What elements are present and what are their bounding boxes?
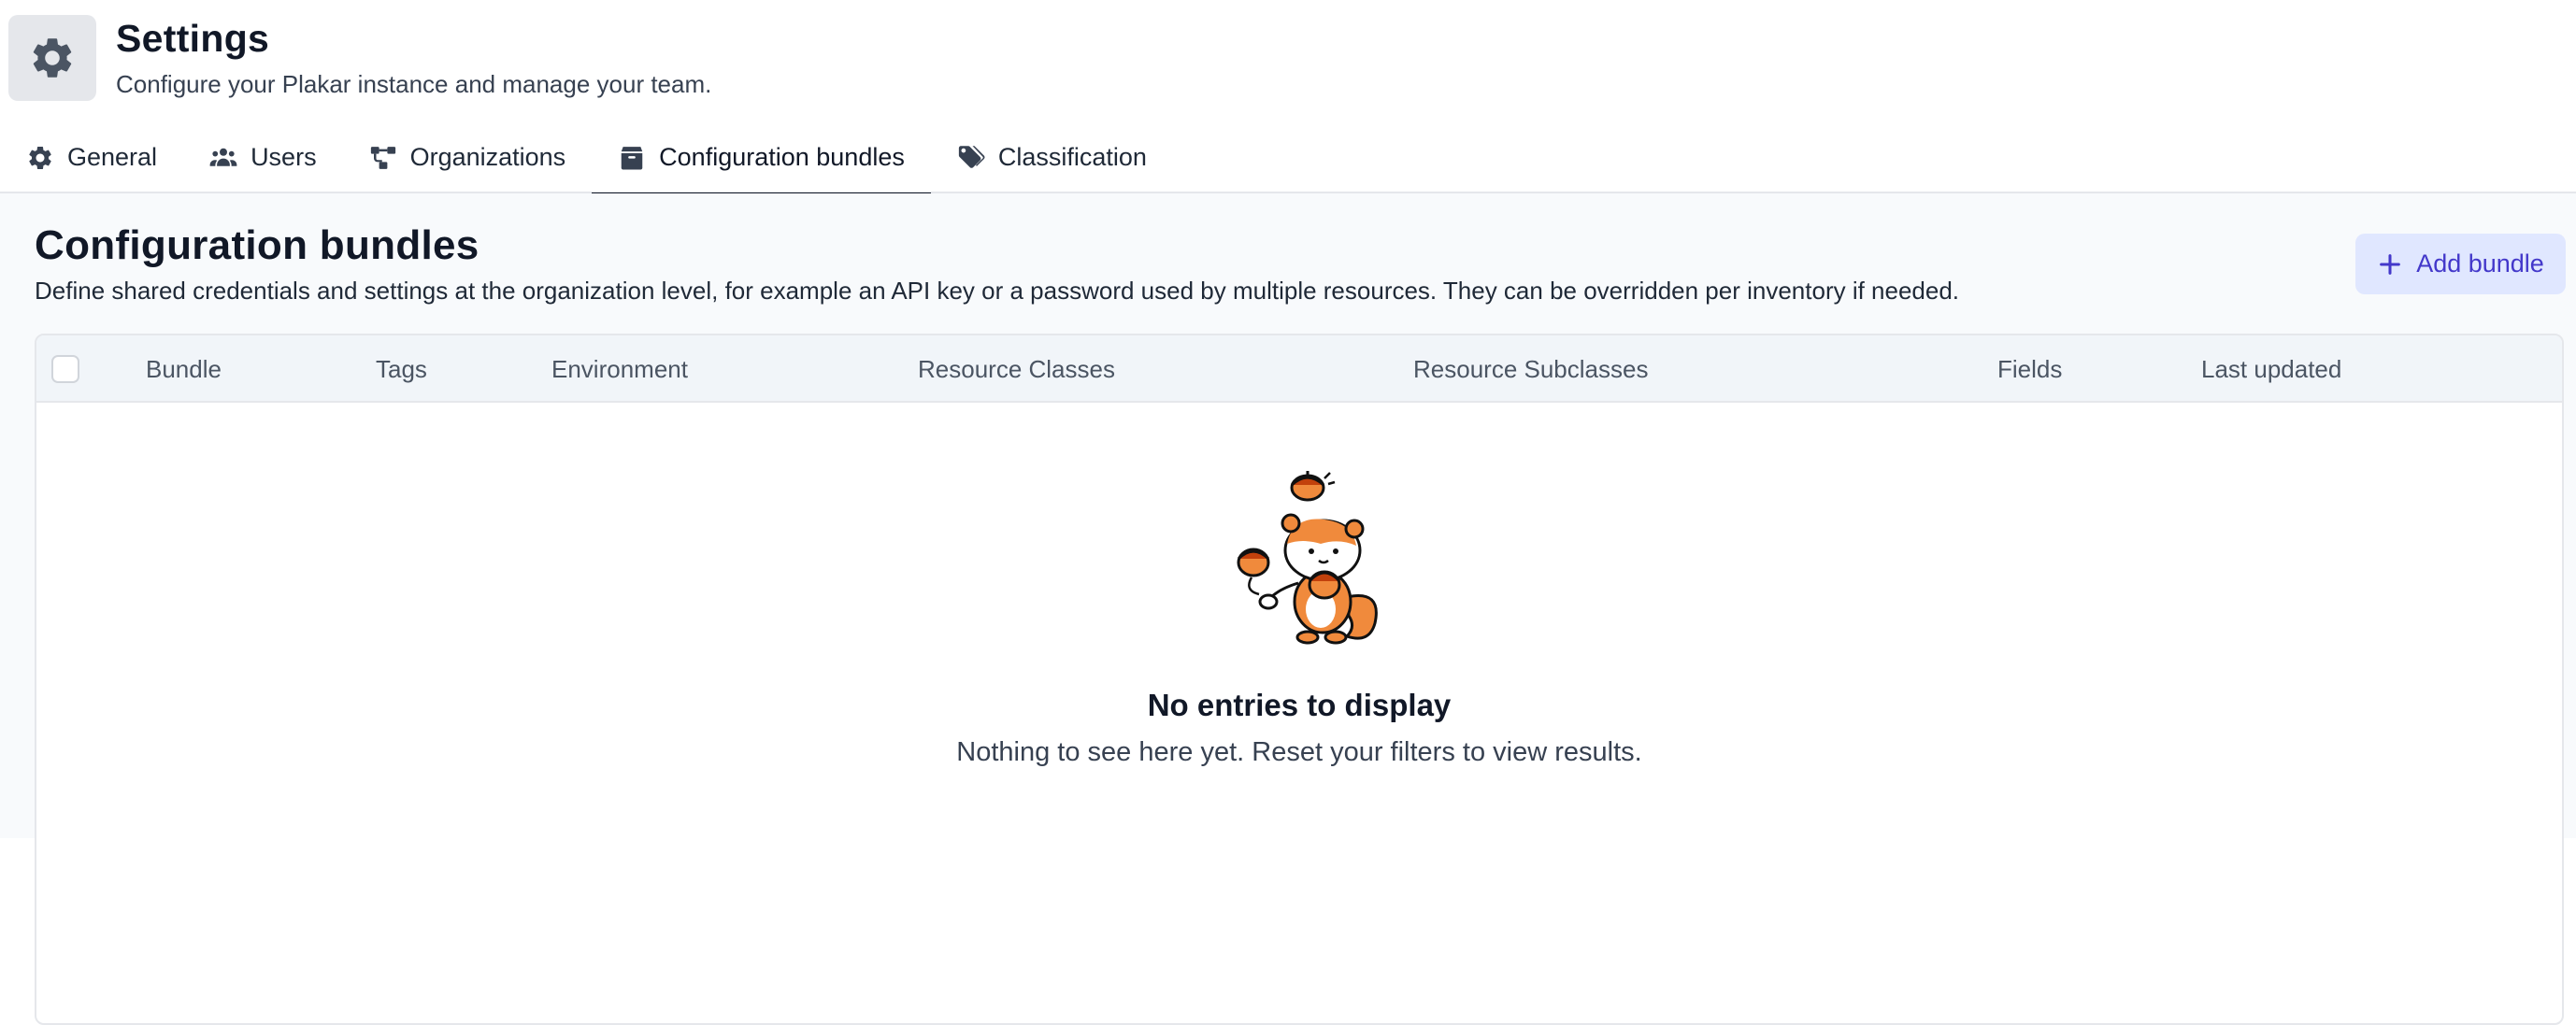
section-description: Define shared credentials and settings a… [35,277,1960,305]
column-header-tags[interactable]: Tags [376,335,427,403]
column-header-last-updated[interactable]: Last updated [2201,335,2341,403]
column-header-resource-classes[interactable]: Resource Classes [918,335,1115,403]
main-content: Configuration bundles Define shared cred… [0,193,2576,1025]
settings-header-icon [8,15,96,101]
gear-icon [33,38,72,78]
tags-icon [958,145,985,168]
tab-organizations[interactable]: Organizations [343,121,593,193]
column-header-resource-subclasses[interactable]: Resource Subclasses [1413,335,1648,403]
table-header: Bundle Tags Environment Resource Classes… [36,335,2562,403]
tab-label: Classification [997,143,1147,171]
box-icon [621,146,643,169]
tab-classification[interactable]: Classification [931,121,1173,193]
column-header-environment[interactable]: Environment [551,335,688,403]
org-chart-icon [370,146,395,169]
add-bundle-button[interactable]: Add bundle [2355,234,2566,294]
users-icon [209,148,237,166]
tab-label: General [67,143,158,171]
tab-label: Configuration bundles [659,143,905,171]
tab-users[interactable]: Users [183,121,343,193]
settings-tabs: General Users Organizations Configuratio… [0,121,1173,195]
select-all-checkbox[interactable] [51,355,79,383]
page-subtitle: Configure your Plakar instance and manag… [116,70,712,98]
section-title: Configuration bundles [35,222,479,268]
acorn-icon [1237,548,1270,596]
acorn-icon [1308,570,1341,600]
empty-state-description: Nothing to see here yet. Reset your filt… [956,737,1642,767]
empty-state-title: No entries to display [1147,688,1452,722]
tab-configuration-bundles[interactable]: Configuration bundles [592,121,931,195]
page-title: Settings [116,17,270,60]
tab-label: Users [250,143,317,171]
plus-icon [2380,253,2401,275]
tab-general[interactable]: General [0,121,183,193]
acorn-icon [1290,471,1336,502]
tab-label: Organizations [409,143,566,171]
gear-icon [29,146,51,169]
page-header: Settings Configure your Plakar instance … [0,0,2576,195]
squirrel-illustration [1237,471,1378,645]
column-header-fields[interactable]: Fields [1997,335,2062,403]
column-header-bundle[interactable]: Bundle [146,335,222,403]
bundles-table: Bundle Tags Environment Resource Classes… [35,334,2564,1025]
add-bundle-label: Add bundle [2416,249,2544,278]
